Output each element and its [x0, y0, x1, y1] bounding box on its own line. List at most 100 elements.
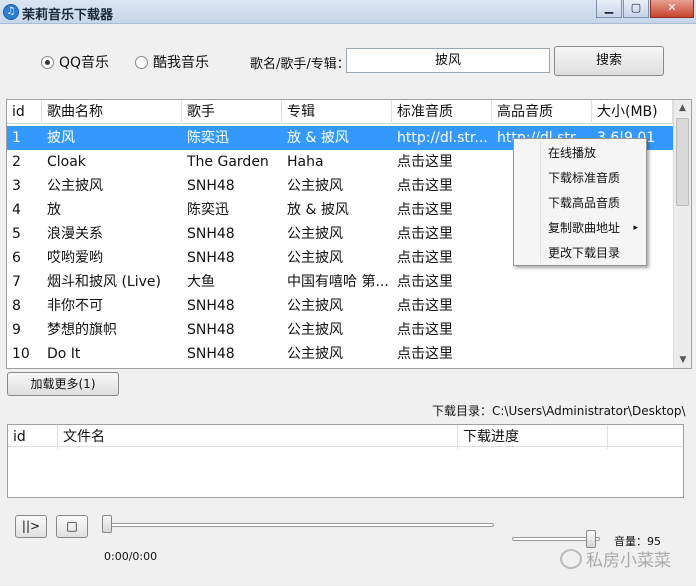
table-row[interactable]: 9 梦想的旗帜 SNH48 公主披风 点击这里	[7, 318, 673, 342]
table-cell: SNH48	[187, 322, 235, 338]
results-header: id 歌曲名称 歌手 专辑 标准音质 高品音质 大小(MB)	[7, 100, 673, 124]
radio-dot-icon	[135, 55, 148, 69]
table-cell: 1	[12, 130, 21, 146]
table-cell: 梦想的旗帜	[47, 322, 117, 338]
table-cell: 点击这里	[397, 226, 453, 242]
search-field-label: 歌名/歌手/专辑：	[250, 57, 350, 72]
menu-item-play-online[interactable]: 在线播放	[514, 141, 646, 166]
table-cell: http://dl.str...	[397, 130, 488, 146]
column-header[interactable]: id	[8, 425, 58, 449]
window-controls: ▁ ▢ ✕	[595, 0, 694, 18]
table-cell: 公主披风	[47, 178, 103, 194]
table-cell: 点击这里	[397, 202, 453, 218]
table-cell: 点击这里	[397, 154, 453, 170]
radio-label: 酷我音乐	[153, 55, 209, 71]
menu-item-copy-url[interactable]: 复制歌曲地址 ▸	[514, 216, 646, 241]
column-header[interactable]: 高品音质	[492, 100, 592, 124]
download-table: id 文件名 下载进度	[7, 424, 684, 498]
table-cell	[492, 318, 592, 342]
table-cell: 哎哟爱哟	[47, 250, 103, 266]
table-cell: SNH48	[187, 346, 235, 362]
playback-time: 0:00/0:00	[104, 550, 158, 563]
table-cell	[592, 342, 673, 366]
scrollbar-thumb[interactable]	[676, 118, 689, 206]
window-title: 茉莉音乐下载器	[22, 8, 114, 23]
scroll-up-icon[interactable]: ▲	[674, 100, 691, 116]
load-more-button[interactable]: 加载更多(1)	[7, 372, 119, 396]
table-cell: 陈奕迅	[187, 130, 229, 146]
table-row[interactable]: 8 非你不可 SNH48 公主披风 点击这里	[7, 294, 673, 318]
table-cell: 10	[12, 346, 30, 362]
table-cell: 公主披风	[287, 346, 343, 362]
playback-progress-handle[interactable]	[102, 515, 112, 533]
column-header[interactable]: 大小(MB)	[592, 100, 673, 124]
table-cell: 公主披风	[287, 178, 343, 194]
table-cell: SNH48	[187, 298, 235, 314]
radio-qq-music[interactable]: QQ音乐	[41, 52, 109, 72]
table-cell: 大鱼	[187, 274, 215, 290]
table-row[interactable]: 10 Do It SNH48 公主披风 点击这里	[7, 342, 673, 366]
table-cell	[592, 318, 673, 342]
table-cell	[492, 270, 592, 294]
minimize-icon[interactable]: ▁	[596, 0, 622, 18]
menu-item-change-dir[interactable]: 更改下载目录	[514, 241, 646, 266]
table-cell: 点击这里	[397, 250, 453, 266]
table-cell: 2	[12, 154, 21, 170]
column-header[interactable]: 歌手	[182, 100, 282, 124]
table-cell: 7	[12, 274, 21, 290]
table-row[interactable]: 7 烟斗和披风 (Live) 大鱼 中国有嘻哈 第... 点击这里	[7, 270, 673, 294]
watermark: 私房小菜菜	[560, 546, 671, 571]
playback-progress-track[interactable]	[106, 523, 494, 527]
column-header[interactable]: 专辑	[282, 100, 392, 124]
table-cell	[592, 294, 673, 318]
table-cell: 公主披风	[287, 322, 343, 338]
menu-item-download-standard[interactable]: 下载标准音质	[514, 166, 646, 191]
table-cell: 浪漫关系	[47, 226, 103, 242]
table-cell: 披风	[47, 130, 75, 146]
radio-label: QQ音乐	[59, 55, 110, 71]
column-header[interactable]: 下载进度	[458, 425, 608, 449]
stop-button[interactable]: □	[56, 515, 88, 538]
download-header: id 文件名 下载进度	[8, 425, 683, 449]
submenu-arrow-icon: ▸	[633, 223, 638, 233]
scroll-down-icon[interactable]: ▼	[674, 352, 691, 368]
table-cell: 烟斗和披风 (Live)	[47, 274, 161, 290]
title-bar: ♫ 茉莉音乐下载器 ▁ ▢ ✕	[0, 0, 696, 24]
table-cell: 公主披风	[287, 250, 343, 266]
table-cell: Cloak	[47, 154, 86, 170]
table-cell: 3	[12, 178, 21, 194]
close-icon[interactable]: ✕	[650, 0, 694, 18]
table-cell: 陈奕迅	[187, 202, 229, 218]
table-cell	[492, 294, 592, 318]
column-header[interactable]: id	[7, 100, 42, 124]
column-header[interactable]: 标准音质	[392, 100, 492, 124]
column-header[interactable]: 文件名	[58, 425, 458, 449]
app-icon: ♫	[3, 4, 19, 20]
vertical-scrollbar[interactable]: ▲ ▼	[673, 100, 691, 368]
maximize-icon[interactable]: ▢	[623, 0, 649, 18]
radio-kuwo-music[interactable]: 酷我音乐	[135, 52, 209, 72]
download-directory: 下载目录：C:\Users\Administrator\Desktop\	[432, 404, 686, 418]
table-cell: 非你不可	[47, 298, 103, 314]
table-cell: 9	[12, 322, 21, 338]
table-cell: 放	[47, 202, 61, 218]
watermark-text: 私房小菜菜	[586, 551, 671, 571]
play-pause-button[interactable]: ||>	[15, 515, 47, 538]
search-button[interactable]: 搜索	[554, 46, 664, 76]
menu-item-download-high[interactable]: 下载高品音质	[514, 191, 646, 216]
column-header[interactable]	[608, 425, 683, 449]
table-cell: 中国有嘻哈 第...	[287, 274, 389, 290]
column-header[interactable]: 歌曲名称	[42, 100, 182, 124]
table-cell	[592, 270, 673, 294]
table-cell: 点击这里	[397, 346, 453, 362]
table-cell	[492, 342, 592, 366]
table-cell: 点击这里	[397, 298, 453, 314]
table-cell: Haha	[287, 154, 324, 170]
table-cell: Do It	[47, 346, 81, 362]
table-cell: 6	[12, 250, 21, 266]
table-cell: 放 & 披风	[287, 202, 349, 218]
table-cell: SNH48	[187, 250, 235, 266]
search-input[interactable]: 披风	[346, 48, 550, 73]
table-cell: 5	[12, 226, 21, 242]
table-cell: 点击这里	[397, 178, 453, 194]
